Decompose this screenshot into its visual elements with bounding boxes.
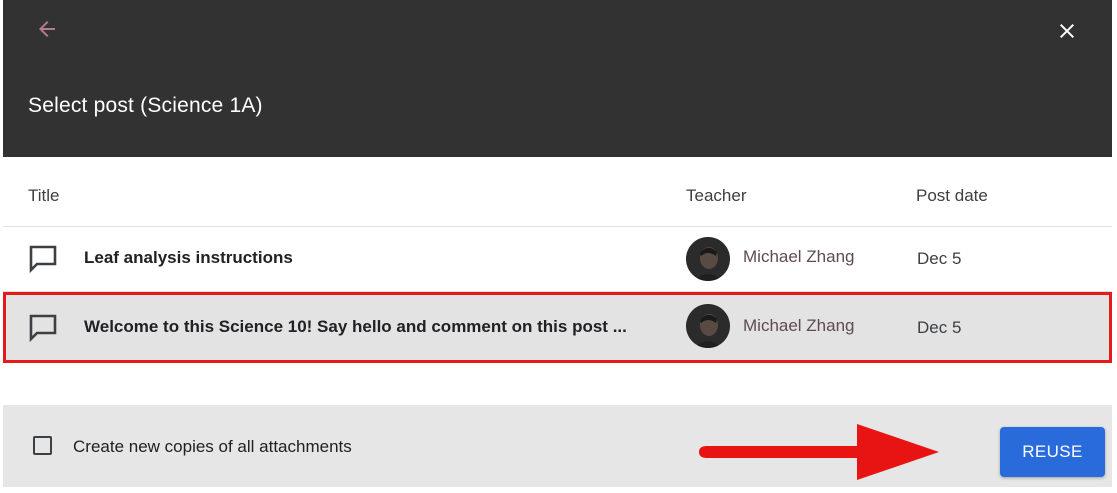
post-title: Leaf analysis instructions [84, 248, 293, 267]
arrow-back-icon [39, 21, 55, 37]
close-button[interactable] [1048, 12, 1086, 50]
teacher-name: Michael Zhang [743, 316, 855, 335]
back-button[interactable] [30, 12, 64, 46]
annotation-arrow-icon [699, 424, 939, 480]
avatar [686, 304, 730, 348]
announcement-icon [29, 245, 57, 274]
dialog-header: Select post (Science 1A) [3, 0, 1112, 157]
avatar [686, 237, 730, 281]
table-row[interactable]: Leaf analysis instructions Michael Zhang… [3, 227, 1112, 291]
post-date: Dec 5 [917, 249, 962, 268]
announcement-icon [29, 314, 57, 343]
copy-attachments-checkbox[interactable] [33, 436, 52, 455]
post-title: Welcome to this Science 10! Say hello an… [84, 317, 627, 336]
table-row-selected[interactable]: Welcome to this Science 10! Say hello an… [3, 292, 1112, 363]
column-header-title: Title [28, 186, 60, 205]
reuse-button[interactable]: REUSE [1000, 427, 1105, 477]
column-header-teacher: Teacher [686, 186, 747, 205]
post-date: Dec 5 [917, 318, 962, 337]
close-icon [1060, 24, 1074, 38]
copy-attachments-label[interactable]: Create new copies of all attachments [73, 437, 352, 457]
dialog-title: Select post (Science 1A) [28, 94, 263, 117]
column-header-post-date: Post date [916, 186, 988, 205]
dialog-footer: Create new copies of all attachments REU… [3, 405, 1112, 487]
teacher-name: Michael Zhang [743, 247, 855, 266]
